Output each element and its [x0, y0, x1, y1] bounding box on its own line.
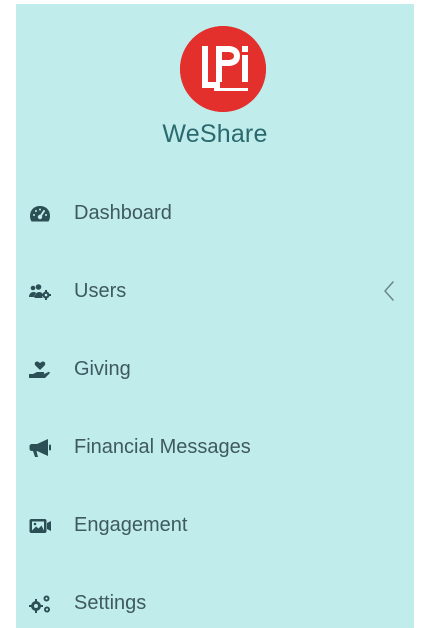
lpi-logo[interactable] [180, 26, 266, 112]
sidebar-item-label: Engagement [74, 514, 188, 536]
app-name: WeShare [162, 120, 268, 148]
sidebar-item-dashboard[interactable]: Dashboard [16, 190, 414, 238]
sidebar-item-settings[interactable]: Settings [16, 580, 414, 628]
sidebar-item-financial-messages[interactable]: Financial Messages [16, 424, 414, 472]
sidebar-item-label: Dashboard [74, 202, 172, 224]
sidebar-item-users[interactable]: Users [16, 268, 414, 316]
brand-header: WeShare [16, 4, 414, 164]
bullhorn-icon [28, 436, 52, 460]
sidebar-item-giving[interactable]: Giving [16, 346, 414, 394]
photo-video-icon [28, 514, 52, 538]
sidebar: WeShare Dashboard Users Giving Financial… [16, 4, 414, 628]
logo-mark [180, 26, 266, 112]
sidebar-item-label: Users [74, 280, 127, 302]
cogs-icon [28, 592, 52, 616]
chevron-left-icon[interactable] [378, 278, 400, 304]
tachometer-icon [28, 202, 52, 226]
sidebar-item-engagement[interactable]: Engagement [16, 502, 414, 550]
sidebar-item-label: Settings [74, 592, 147, 614]
hand-holding-heart-icon [28, 358, 52, 382]
users-cog-icon [28, 280, 52, 304]
sidebar-item-label: Financial Messages [74, 436, 251, 458]
sidebar-item-label: Giving [74, 358, 131, 380]
